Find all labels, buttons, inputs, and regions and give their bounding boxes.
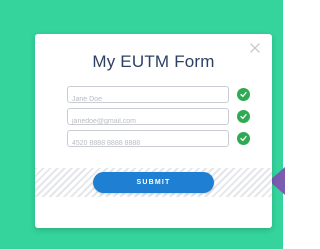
card-number-row <box>67 130 257 150</box>
card-number-field-box <box>67 130 229 150</box>
form-modal: My EUTM Form SUBMIT <box>35 34 272 228</box>
email-field-box <box>67 108 229 128</box>
name-row <box>67 86 257 106</box>
name-field[interactable] <box>72 93 222 106</box>
submit-button[interactable]: SUBMIT <box>93 172 214 193</box>
email-row <box>67 108 257 128</box>
form-title: My EUTM Form <box>92 52 215 71</box>
email-field[interactable] <box>72 115 222 128</box>
name-field-box <box>67 86 229 106</box>
check-circle-icon <box>237 132 250 145</box>
check-circle-icon <box>237 110 250 123</box>
card-number-field[interactable] <box>72 137 222 150</box>
check-circle-icon <box>237 88 250 101</box>
